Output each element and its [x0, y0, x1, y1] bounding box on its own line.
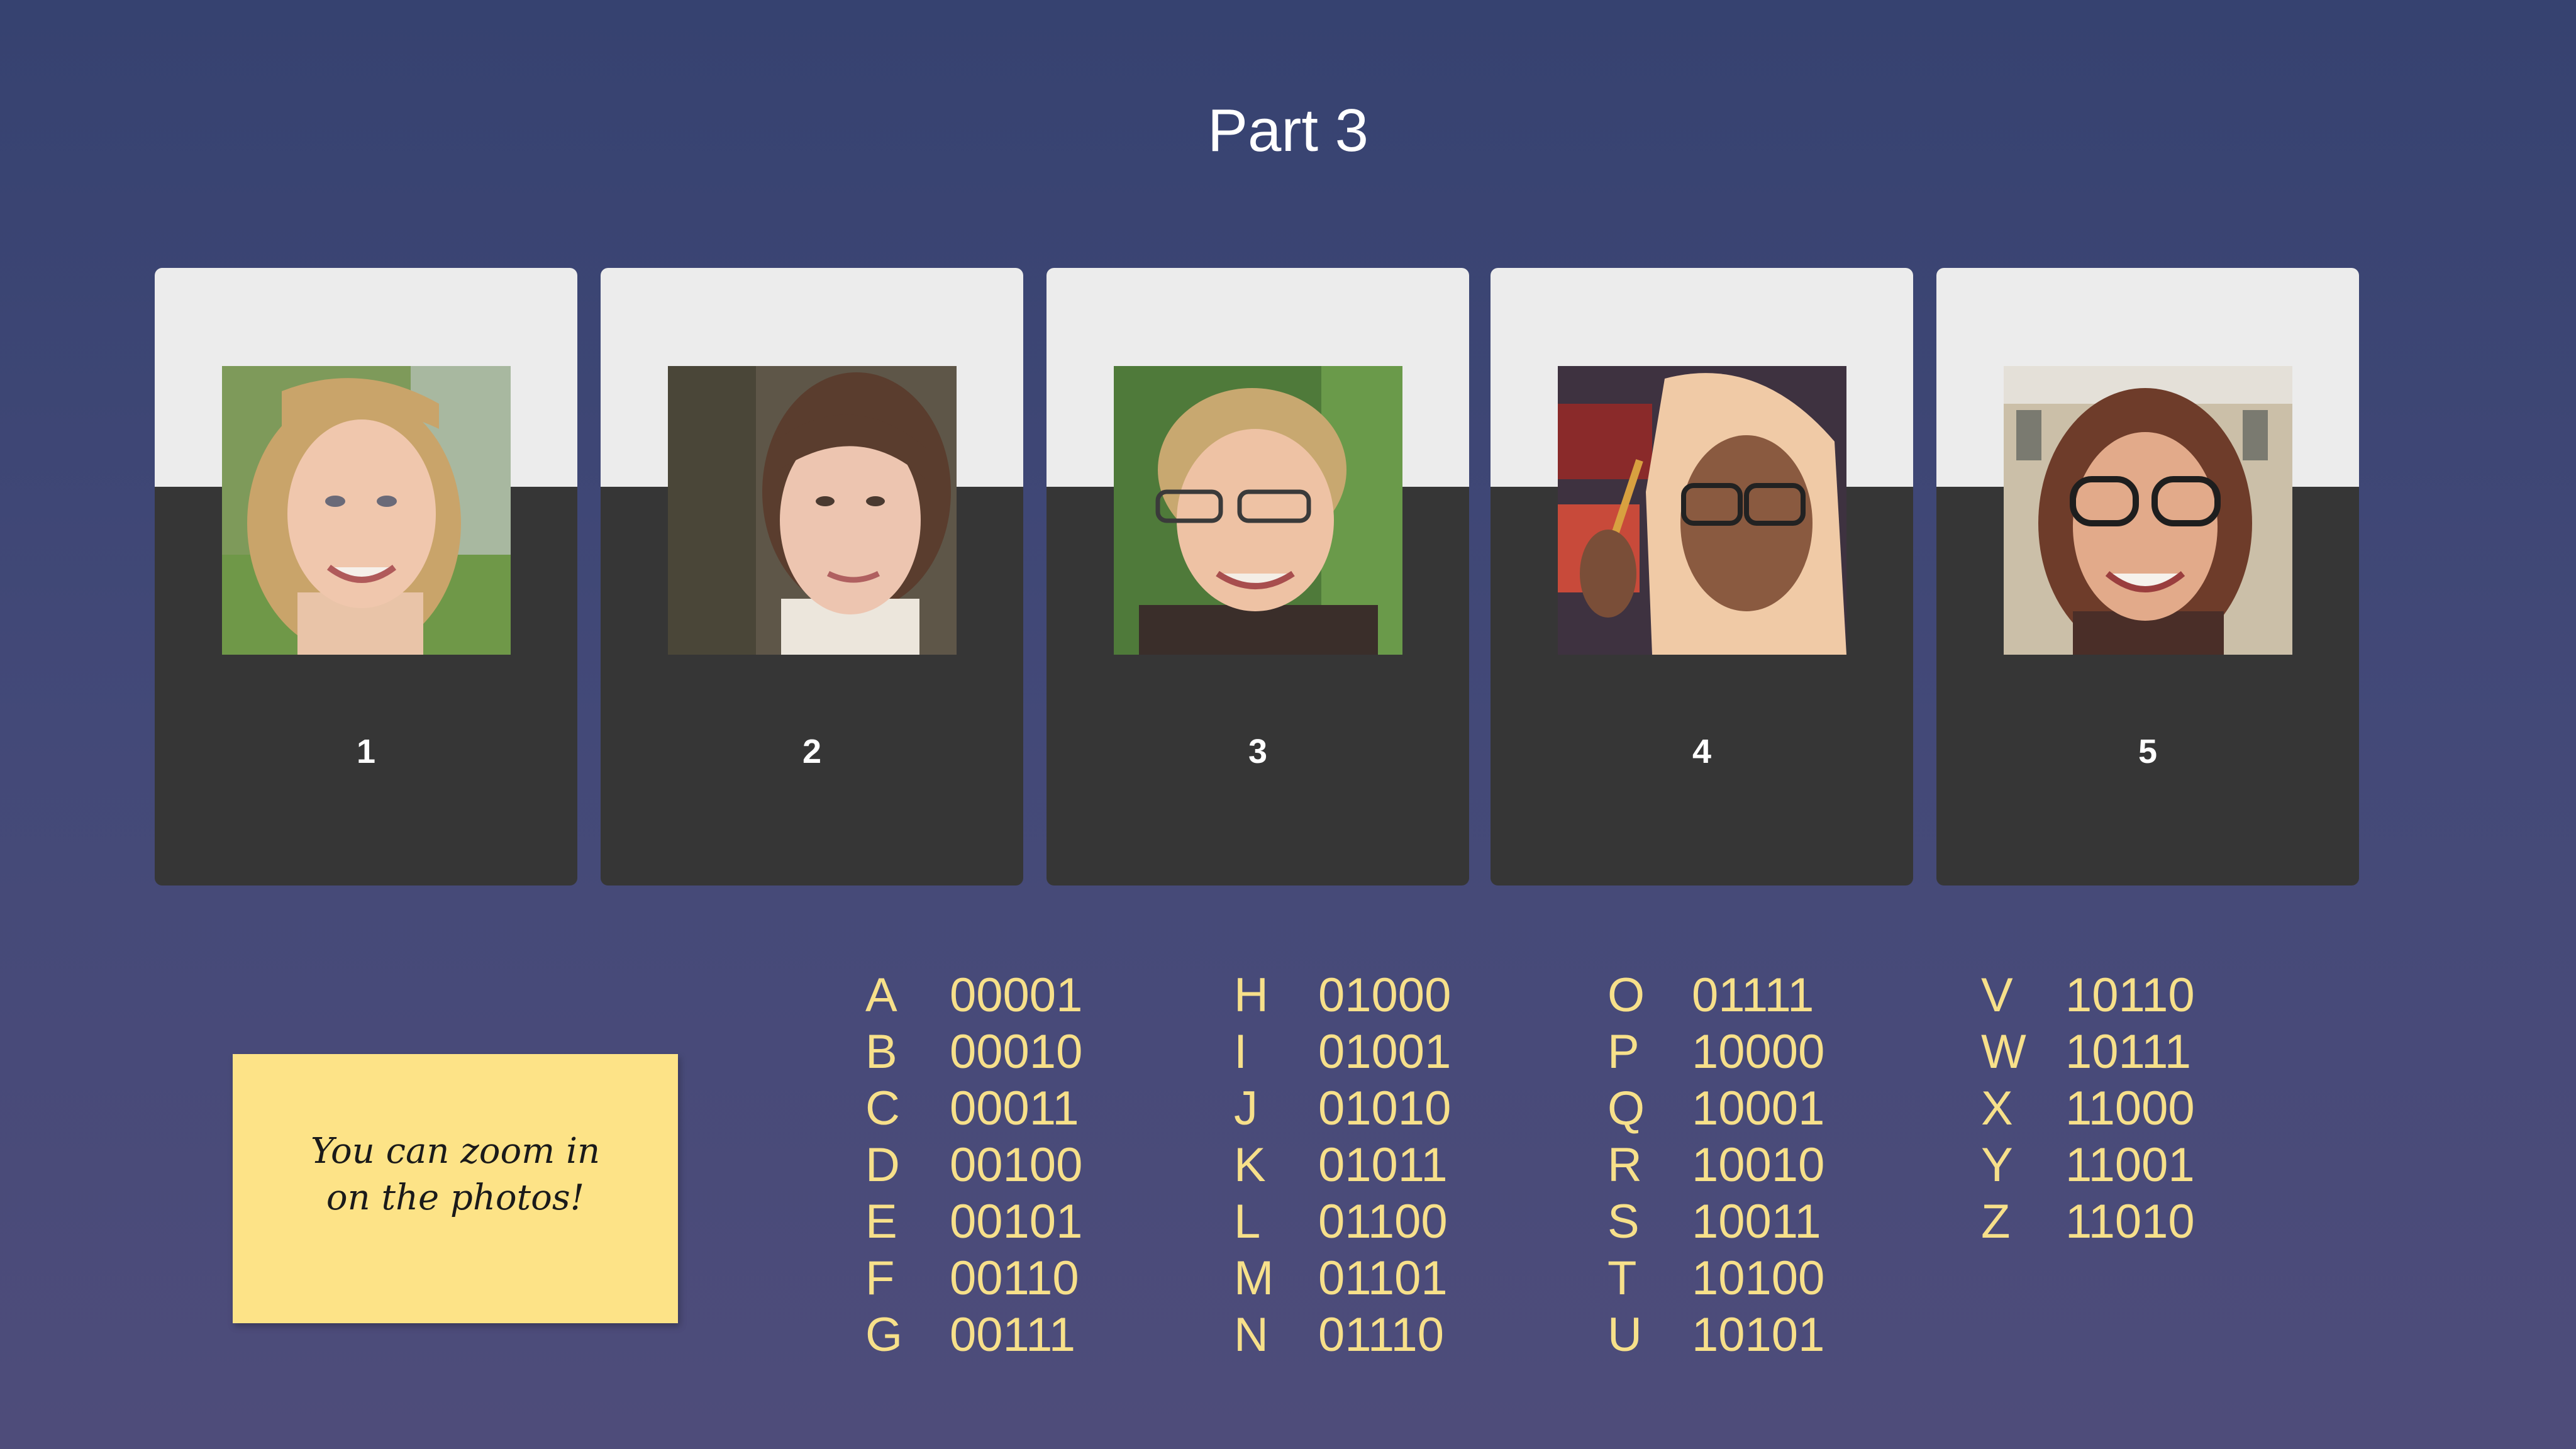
portrait-photo-2[interactable]: [668, 366, 957, 655]
code-letter: K: [1234, 1138, 1266, 1192]
code-value: 01010: [1318, 1082, 1452, 1135]
portrait-photo-5[interactable]: [2004, 366, 2292, 655]
code-value: 10101: [1692, 1308, 1825, 1362]
portrait-photo-3[interactable]: [1114, 366, 1402, 655]
code-value: 00010: [950, 1025, 1083, 1079]
code-value: 01111: [1692, 969, 1814, 1022]
code-letter: Z: [1981, 1195, 2011, 1248]
code-letter: I: [1234, 1025, 1248, 1079]
code-letter: A: [865, 969, 897, 1022]
code-value: 01101: [1318, 1252, 1448, 1305]
code-letter: V: [1981, 969, 2013, 1022]
code-value: 11010: [2065, 1195, 2195, 1248]
code-letter: Q: [1607, 1082, 1645, 1135]
code-letter: X: [1981, 1082, 2013, 1135]
sticky-note-text: You can zoom in on the photos!: [310, 1131, 601, 1218]
code-value: 01000: [1318, 969, 1452, 1022]
code-letter: G: [865, 1308, 903, 1362]
code-value: 01011: [1318, 1138, 1448, 1192]
sticky-note: You can zoom in on the photos!: [233, 1054, 678, 1323]
card-number-label: 3: [1248, 733, 1268, 770]
card-number-label: 1: [356, 733, 376, 770]
code-value: 01110: [1318, 1308, 1445, 1362]
code-value: 10000: [1692, 1025, 1825, 1079]
portrait-photo-1[interactable]: [222, 366, 511, 655]
code-letter: T: [1607, 1252, 1637, 1305]
code-letter: Y: [1981, 1138, 2013, 1192]
code-value: 01001: [1318, 1025, 1452, 1079]
code-value: 11000: [2065, 1082, 2195, 1135]
code-letter: U: [1607, 1308, 1642, 1362]
code-letter: B: [865, 1025, 897, 1079]
code-letter: J: [1234, 1082, 1258, 1135]
code-letter: P: [1607, 1025, 1640, 1079]
card-number-label: 2: [802, 733, 822, 770]
code-letter: W: [1981, 1025, 2026, 1079]
portrait-photo-4[interactable]: [1558, 366, 1846, 655]
code-letter: F: [865, 1252, 895, 1305]
code-value: 10110: [2065, 969, 2195, 1022]
photo-card-4[interactable]: 4: [1491, 268, 1913, 886]
code-letter: R: [1607, 1138, 1642, 1192]
code-letter: L: [1234, 1195, 1261, 1248]
code-letter: M: [1234, 1252, 1274, 1305]
code-letter: H: [1234, 969, 1269, 1022]
photo-card-3[interactable]: 3: [1046, 268, 1469, 886]
code-value: 00111: [950, 1308, 1076, 1362]
code-letter: S: [1607, 1195, 1640, 1248]
code-value: 10010: [1692, 1138, 1825, 1192]
code-value: 01100: [1318, 1195, 1448, 1248]
photo-card-1[interactable]: 1: [155, 268, 577, 886]
code-value: 00100: [950, 1138, 1083, 1192]
code-letter: C: [865, 1082, 900, 1135]
photo-card-2[interactable]: 2: [601, 268, 1023, 886]
card-number-label: 5: [2138, 733, 2158, 770]
card-number-label: 4: [1692, 733, 1712, 770]
code-letter: O: [1607, 969, 1645, 1022]
code-value: 10001: [1692, 1082, 1825, 1135]
code-value: 10011: [1692, 1195, 1821, 1248]
code-letter: N: [1234, 1308, 1269, 1362]
code-value: 00001: [950, 969, 1083, 1022]
page-title: Part 3: [1207, 97, 1369, 164]
code-value: 00110: [950, 1252, 1079, 1305]
code-value: 00101: [950, 1195, 1083, 1248]
code-letter: D: [865, 1138, 900, 1192]
code-letter: E: [865, 1195, 897, 1248]
code-value: 10100: [1692, 1252, 1825, 1305]
code-value: 11001: [2065, 1138, 2195, 1192]
code-value: 10111: [2065, 1025, 2192, 1079]
code-value: 00011: [950, 1082, 1079, 1135]
photo-card-5[interactable]: 5: [1936, 268, 2359, 886]
